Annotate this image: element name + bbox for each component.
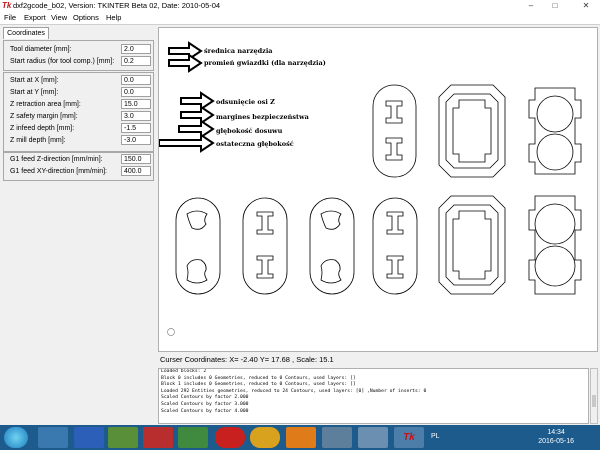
contour-frame-bottom[interactable]: [438, 195, 506, 295]
contour-drawing: [158, 41, 582, 336]
close-button[interactable]: ✕: [572, 0, 600, 12]
menu-export[interactable]: Export: [24, 13, 46, 23]
start-button-icon[interactable]: [4, 427, 28, 448]
annotation-tool-diameter: średnica narzędzia: [204, 47, 273, 55]
start-y-label: Start at Y [mm]:: [10, 89, 59, 96]
feed-xy-row: G1 feed XY-direction [mm/min]: 400.0: [4, 166, 152, 178]
log-line: Scaled Contours by factor 4.000: [161, 408, 249, 414]
log-scrollbar[interactable]: [590, 368, 598, 424]
start-y-input[interactable]: 0.0: [121, 87, 151, 97]
log-line: Loaded blocks: 2: [161, 369, 207, 374]
menu-view[interactable]: View: [51, 13, 67, 23]
plug-app-icon[interactable]: [358, 427, 388, 448]
start-radius-label: Start radius (for tool comp.) [mm]:: [10, 58, 115, 65]
contour-frame-top[interactable]: [438, 84, 506, 178]
annotation-infeed-depth: głębokość dosuwu: [216, 127, 283, 135]
word-icon[interactable]: [74, 427, 104, 448]
tool-diameter-row: Tool diameter [mm]: 2.0: [4, 44, 152, 56]
start-panel: Start at X [mm]: 0.0 Start at Y [mm]: 0.…: [3, 72, 154, 152]
start-y-row: Start at Y [mm]: 0.0: [4, 87, 152, 99]
app-logo-icon: Tk: [2, 1, 12, 10]
contour-oval-1[interactable]: [175, 197, 221, 295]
log-line: Scaled Contours by factor 2.000: [161, 395, 249, 401]
contour-oval-2[interactable]: [242, 197, 288, 295]
z-mill-row: Z mill depth [mm]: -3.0: [4, 135, 152, 147]
contour-oval-4[interactable]: [372, 197, 418, 295]
z-retraction-label: Z retraction area [mm]:: [10, 101, 81, 108]
z-retraction-row: Z retraction area [mm]: 15.0: [4, 99, 152, 111]
clock-time: 14:34: [547, 429, 565, 436]
z-safety-label: Z safety margin [mm]:: [10, 113, 78, 120]
origin-marker-icon: [167, 328, 175, 336]
contour-circles-bottom[interactable]: [528, 195, 582, 295]
arrow-icon: [168, 53, 203, 73]
feed-z-row: G1 feed Z-direction [mm/min]: 150.0: [4, 154, 152, 166]
picasa-icon[interactable]: [108, 427, 138, 448]
pdf-reader-icon[interactable]: [143, 427, 173, 448]
system-clock[interactable]: 14:34 2016-05-16: [538, 428, 574, 446]
annotation-start-radius: promień gwiazdki (dla narzędzia): [204, 59, 326, 67]
start-x-row: Start at X [mm]: 0.0: [4, 75, 152, 87]
feed-z-label: G1 feed Z-direction [mm/min]:: [10, 156, 103, 163]
z-retraction-input[interactable]: 15.0: [121, 99, 151, 109]
minimize-button[interactable]: –: [520, 0, 542, 12]
annotation-mill-depth: ostateczna głębokość: [216, 140, 294, 148]
tool-app-icon[interactable]: [322, 427, 352, 448]
tool-diameter-label: Tool diameter [mm]:: [10, 46, 72, 53]
chrome-icon[interactable]: [250, 427, 280, 448]
log-output[interactable]: Loaded blocks: 2 Block 0 includes 0 Geom…: [158, 368, 589, 424]
feed-xy-label: G1 feed XY-direction [mm/min]:: [10, 168, 108, 175]
tool-diameter-input[interactable]: 2.0: [121, 44, 151, 54]
z-safety-input[interactable]: 3.0: [121, 111, 151, 121]
z-mill-label: Z mill depth [mm]:: [10, 137, 66, 144]
cursor-coordinates: Curser Coordinates: X= -2.40 Y= 17.68 , …: [158, 353, 598, 366]
contour-oval-top[interactable]: [372, 84, 417, 178]
tab-strip: Coordinates: [0, 25, 156, 39]
annotation-safety-margin: margines bezpieczeństwa: [216, 113, 309, 121]
language-indicator[interactable]: PL: [431, 433, 440, 440]
tool-panel: Tool diameter [mm]: 2.0 Start radius (fo…: [3, 40, 154, 71]
feed-z-input[interactable]: 150.0: [121, 154, 151, 164]
annotation-z-retraction: odsunięcie osi Z: [216, 98, 275, 106]
z-mill-input[interactable]: -3.0: [121, 135, 151, 145]
game-icon[interactable]: [178, 427, 208, 448]
arrow-icon: [158, 133, 215, 153]
arrow-icon: [178, 119, 215, 139]
clock-date: 2016-05-16: [538, 438, 574, 445]
log-line: Scaled Contours by factor 3.000: [161, 401, 249, 407]
window-title: dxf2gcode_b02, Version: TKINTER Beta 02,…: [13, 1, 221, 10]
settings-app-icon[interactable]: [286, 427, 316, 448]
z-infeed-input[interactable]: -1.5: [121, 123, 151, 133]
tk-app-icon[interactable]: Tk: [394, 427, 424, 448]
file-explorer-icon[interactable]: [38, 427, 68, 448]
maximize-button[interactable]: □: [544, 0, 566, 12]
z-infeed-row: Z infeed depth [mm]: -1.5: [4, 123, 152, 135]
menu-bar: File Export View Options Help: [0, 12, 600, 25]
drawing-canvas[interactable]: średnica narzędzia promień gwiazdki (dla…: [158, 27, 598, 352]
menu-options[interactable]: Options: [73, 13, 99, 23]
start-radius-input[interactable]: 0.2: [121, 56, 151, 66]
arrow-icon: [180, 105, 215, 125]
opera-icon[interactable]: [215, 427, 245, 448]
menu-help[interactable]: Help: [106, 13, 121, 23]
z-safety-row: Z safety margin [mm]: 3.0: [4, 111, 152, 123]
feed-panel: G1 feed Z-direction [mm/min]: 150.0 G1 f…: [3, 152, 154, 181]
menu-file[interactable]: File: [4, 13, 16, 23]
tab-coordinates[interactable]: Coordinates: [3, 27, 49, 39]
arrow-icon: [180, 91, 215, 111]
contour-circles-top[interactable]: [528, 87, 582, 175]
start-radius-row: Start radius (for tool comp.) [mm]: 0.2: [4, 56, 152, 68]
feed-xy-input[interactable]: 400.0: [121, 166, 151, 176]
arrow-icon: [168, 41, 203, 61]
z-infeed-label: Z infeed depth [mm]:: [10, 125, 75, 132]
log-line: Block 1 includes 0 Geometries, reduced t…: [161, 382, 356, 388]
contour-oval-3[interactable]: [309, 197, 355, 295]
start-x-input[interactable]: 0.0: [121, 75, 151, 85]
scrollbar-thumb[interactable]: [592, 395, 596, 407]
start-x-label: Start at X [mm]:: [10, 77, 59, 84]
taskbar: Tk PL 14:34 2016-05-16: [0, 425, 600, 450]
